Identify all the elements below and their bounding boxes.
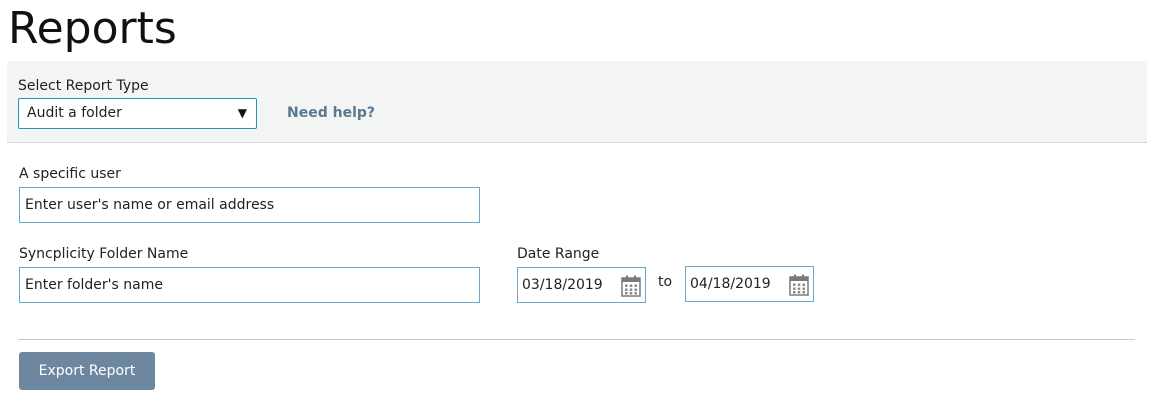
- end-date-value: 04/18/2019: [690, 276, 771, 292]
- user-filter-label: A specific user: [19, 166, 121, 182]
- report-type-label: Select Report Type: [18, 78, 149, 94]
- calendar-icon[interactable]: [789, 274, 809, 296]
- report-type-selected-value: Audit a folder: [27, 105, 122, 121]
- start-date-input[interactable]: 03/18/2019: [517, 267, 646, 303]
- reports-page: Reports Select Report Type Audit a folde…: [0, 0, 1154, 406]
- report-type-panel: Select Report Type Audit a folder ▼ Need…: [7, 61, 1147, 143]
- section-divider: [18, 339, 1135, 340]
- export-report-button[interactable]: Export Report: [19, 352, 155, 390]
- start-date-value: 03/18/2019: [522, 277, 603, 293]
- page-title: Reports: [8, 3, 177, 54]
- end-date-input[interactable]: 04/18/2019: [685, 266, 814, 302]
- dropdown-arrow-icon: ▼: [237, 106, 247, 120]
- date-range-label: Date Range: [517, 246, 600, 262]
- report-type-select[interactable]: Audit a folder ▼: [18, 98, 257, 129]
- user-search-input[interactable]: Enter user's name or email address: [19, 187, 480, 223]
- folder-name-label: Syncplicity Folder Name: [19, 246, 189, 262]
- need-help-link[interactable]: Need help?: [287, 104, 375, 122]
- date-range-separator: to: [658, 274, 673, 290]
- folder-name-input[interactable]: Enter folder's name: [19, 267, 480, 303]
- calendar-icon[interactable]: [621, 275, 641, 297]
